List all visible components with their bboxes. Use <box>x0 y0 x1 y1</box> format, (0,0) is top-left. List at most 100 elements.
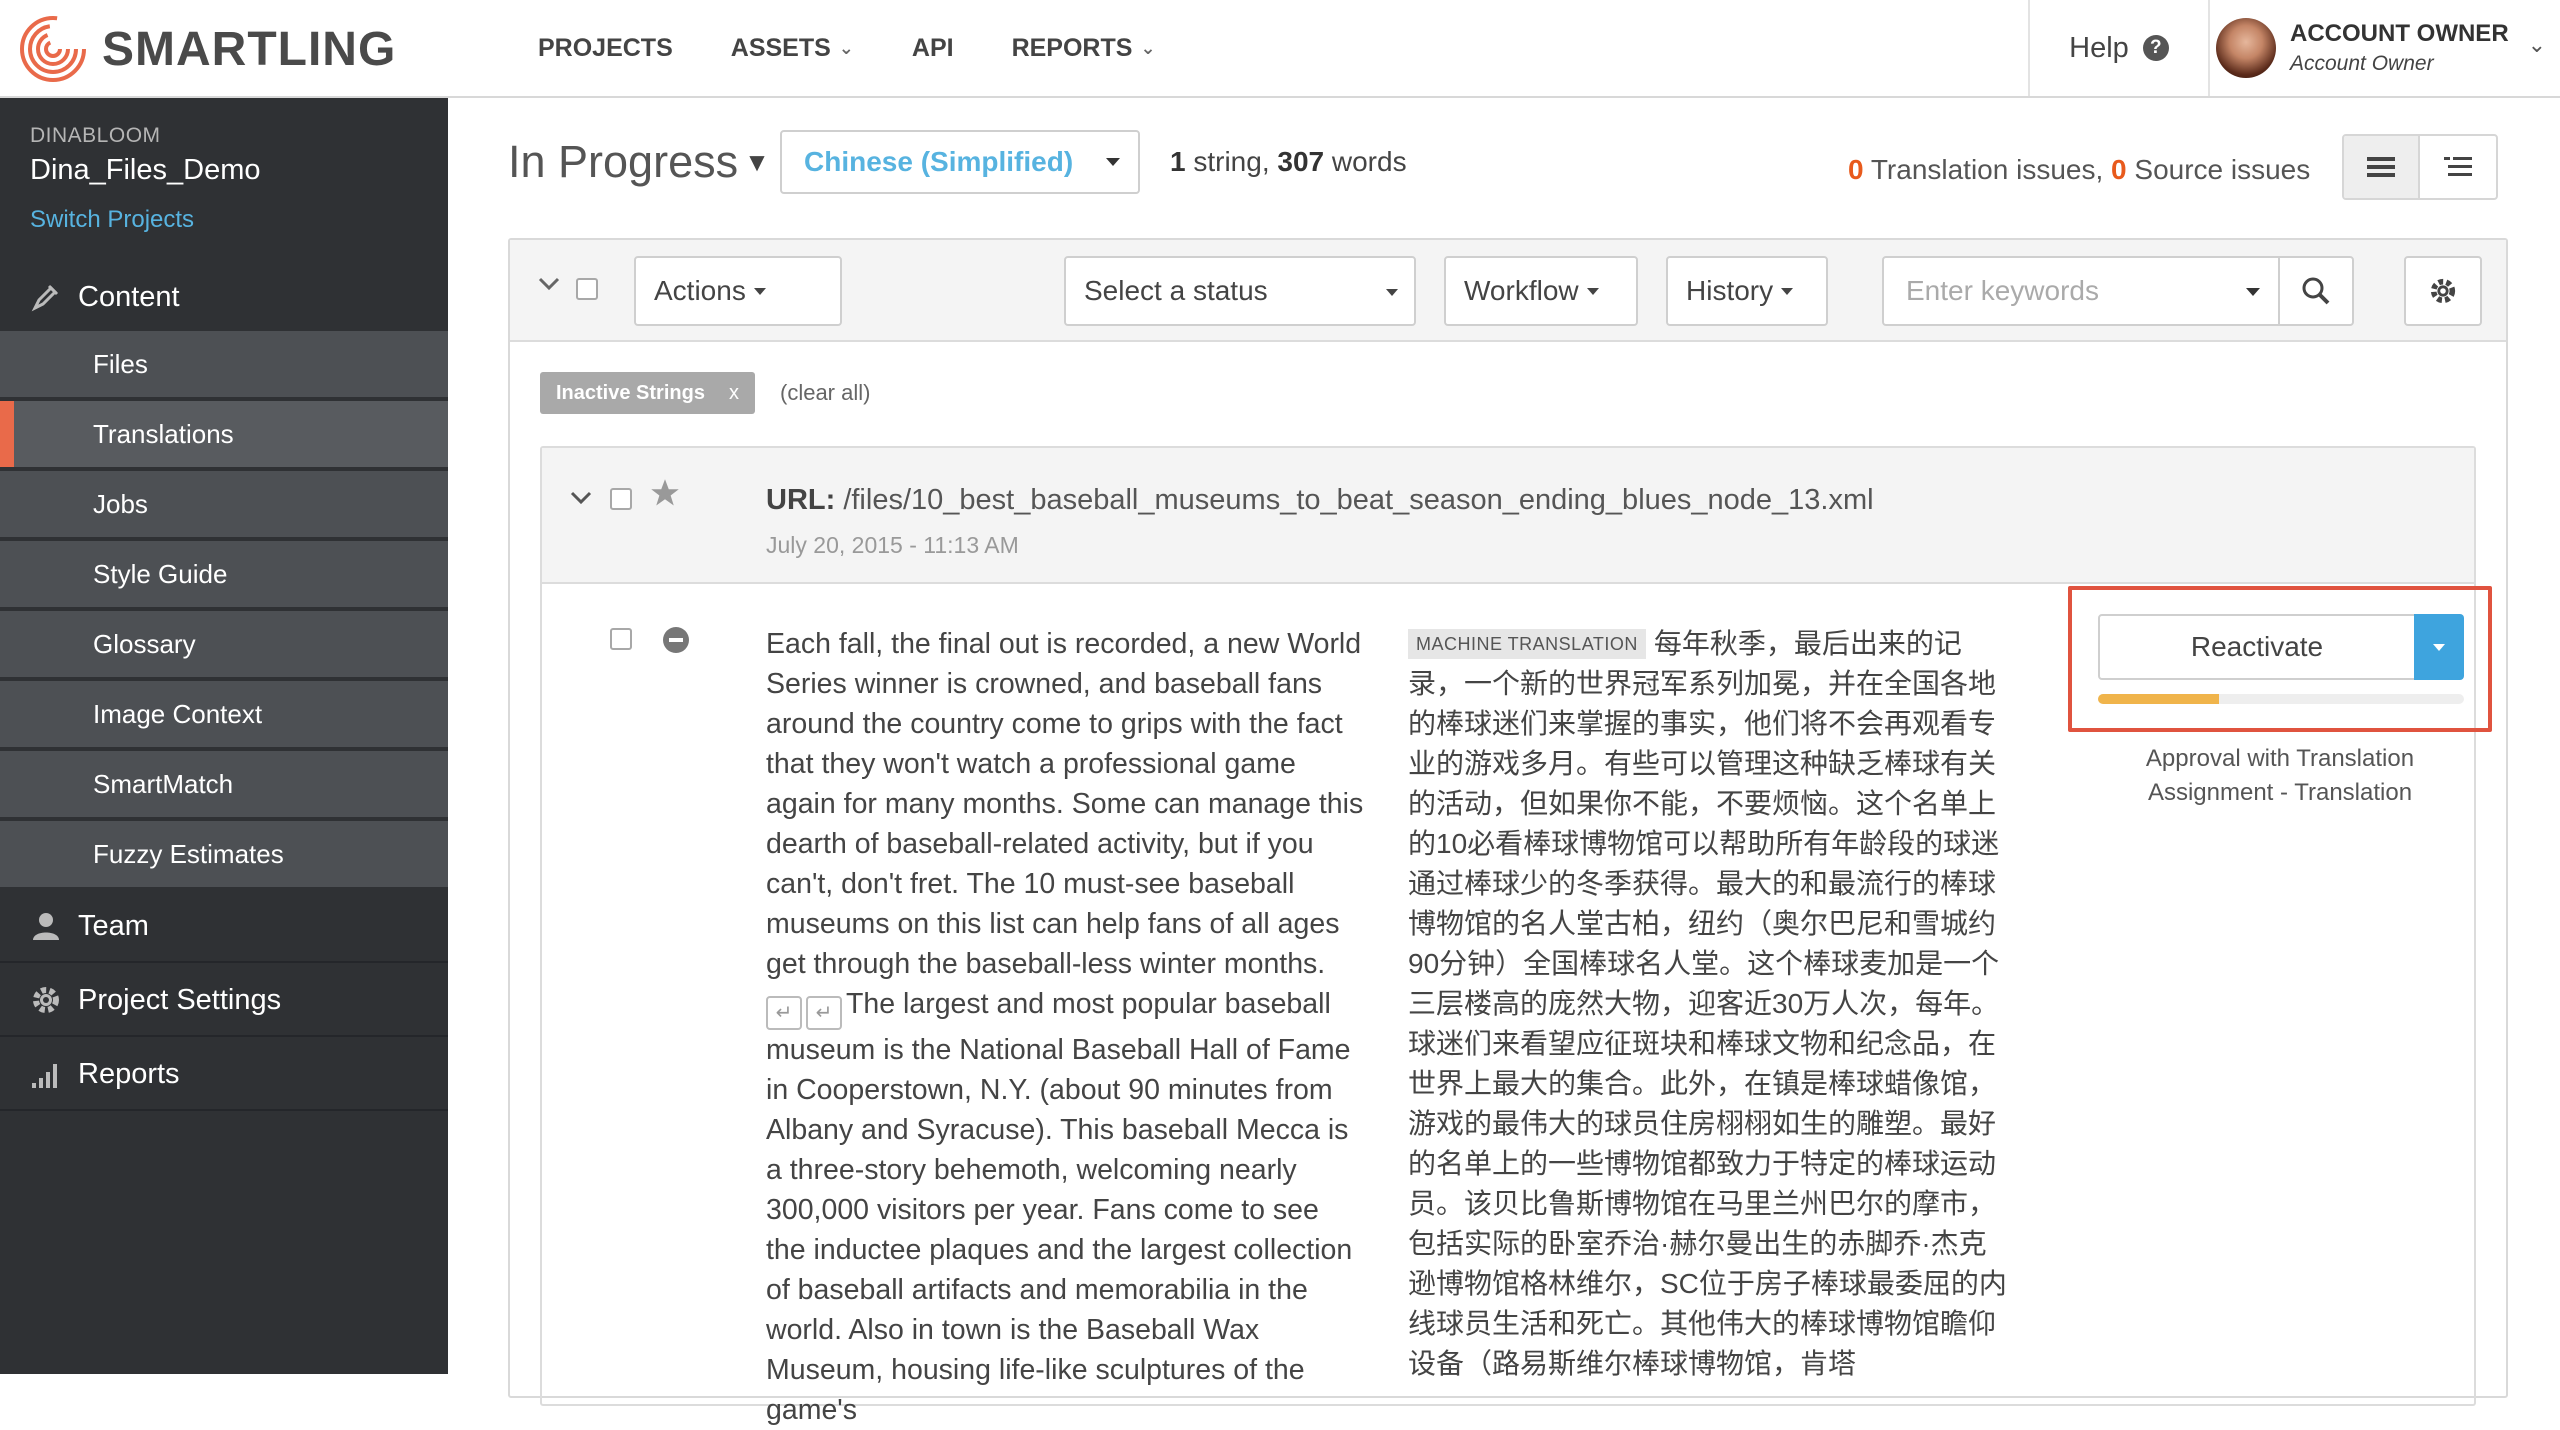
main-content: In Progress ▼ Chinese (Simplified) 1 str… <box>448 98 2560 1426</box>
search-button[interactable] <box>2278 256 2354 326</box>
workflow-name: Approval with Translation <box>2145 745 2415 772</box>
fingerprint-logo-icon <box>20 16 86 82</box>
file-date: July 20, 2015 - 11:13 AM <box>766 532 1019 558</box>
language-select[interactable]: Chinese (Simplified) <box>780 130 1140 194</box>
brand-name: SMARTLING <box>102 22 397 76</box>
detail-list-icon <box>2444 157 2472 176</box>
sidebar-item-fuzzy-estimates[interactable]: Fuzzy Estimates <box>0 821 448 889</box>
translation-issues-label: Translation issues, <box>1863 154 2112 185</box>
status-title-dropdown[interactable]: In Progress ▼ <box>508 136 770 188</box>
file-group: URL: /files/10_best_baseball_museums_to_… <box>540 446 2492 1426</box>
account-name: ACCOUNT OWNER <box>2290 20 2509 47</box>
list-view-button[interactable] <box>2344 136 2420 198</box>
settings-button[interactable] <box>2404 256 2482 326</box>
smartling-logo[interactable]: SMARTLING <box>18 16 396 82</box>
view-toggle <box>2342 134 2498 200</box>
status-select-placeholder: Select a status <box>1084 275 1268 306</box>
detail-view-button[interactable] <box>2420 136 2496 198</box>
action-options-dropdown[interactable] <box>2414 614 2464 680</box>
caret-down-icon <box>1586 287 1599 295</box>
page-title: In Progress <box>508 136 739 187</box>
nav-reports-label: REPORTS <box>1011 33 1133 62</box>
source-issues-count[interactable]: 0 <box>2111 154 2127 185</box>
translation-issues-count[interactable]: 0 <box>1848 154 1864 185</box>
file-checkbox[interactable] <box>610 488 632 510</box>
strings-panel: Actions Select a status Workflow History… <box>508 238 2508 1426</box>
sidebar-item-files[interactable]: Files <box>0 331 448 399</box>
sidebar-item-label: Fuzzy Estimates <box>93 838 284 869</box>
sidebar-item-translations[interactable]: Translations <box>0 401 448 469</box>
star-icon[interactable] <box>650 478 680 513</box>
actions-dropdown[interactable]: Actions <box>634 256 842 326</box>
sidebar-item-label: Jobs <box>93 488 148 519</box>
sidebar-section-team[interactable]: Team <box>0 891 448 963</box>
filter-tag-inactive-strings: Inactive Strings x <box>540 372 755 414</box>
search-placeholder: Enter keywords <box>1906 275 2099 306</box>
filter-tag-label: Inactive Strings <box>556 381 705 404</box>
nav-assets[interactable]: ASSETS ⌄ <box>731 34 854 63</box>
avatar <box>2216 18 2276 78</box>
translation-string[interactable]: MACHINE TRANSLATION 每年秋季，最后出来的记录，一个新的世界冠军… <box>1408 624 2008 1384</box>
string-count-label: string, <box>1185 146 1278 177</box>
account-role: Account Owner <box>2290 52 2434 75</box>
chevron-down-icon: ⌄ <box>838 37 854 58</box>
collapse-chevron-icon[interactable] <box>570 490 592 511</box>
help-button[interactable]: Help ? <box>2028 0 2210 96</box>
workflow-progress-bar <box>2098 694 2464 704</box>
search-icon <box>2302 277 2330 305</box>
workflow-label: Workflow <box>1464 275 1579 306</box>
status-select[interactable]: Select a status <box>1064 256 1416 326</box>
caret-down-icon <box>753 287 766 295</box>
language-select-value: Chinese (Simplified) <box>804 146 1074 177</box>
workflow-step-label: Approval with Translation Assignment - T… <box>2068 742 2492 810</box>
nav-assets-label: ASSETS <box>730 33 831 62</box>
gear-icon <box>2430 278 2456 304</box>
expand-all-chevron-icon[interactable] <box>538 276 560 297</box>
sidebar-item-label: Style Guide <box>93 558 228 589</box>
sidebar-reports-label: Reports <box>78 1057 180 1090</box>
history-dropdown[interactable]: History <box>1666 256 1828 326</box>
chevron-down-icon: ▼ <box>744 146 770 177</box>
sidebar-item-glossary[interactable]: Glossary <box>0 611 448 679</box>
nav-reports[interactable]: REPORTS ⌄ <box>1012 34 1156 63</box>
source-string[interactable]: Each fall, the final out is recorded, a … <box>766 624 1366 1430</box>
caret-down-icon[interactable] <box>2246 288 2260 296</box>
inactive-minus-icon[interactable] <box>662 626 690 659</box>
reactivate-label: Reactivate <box>2190 631 2324 662</box>
sidebar-item-label: SmartMatch <box>93 768 234 799</box>
file-url-label: URL: <box>766 484 836 516</box>
help-label: Help <box>2069 31 2129 64</box>
source-text-part1: Each fall, the final out is recorded, a … <box>766 628 1364 980</box>
chevron-down-icon: ⌄ <box>2527 32 2546 57</box>
account-menu[interactable]: ACCOUNT OWNER Account Owner ⌄ <box>2214 0 2560 96</box>
string-checkbox[interactable] <box>610 628 632 650</box>
sidebar-item-jobs[interactable]: Jobs <box>0 471 448 539</box>
string-word-count: 1 string, 307 words <box>1170 146 1407 178</box>
sidebar-section-project-settings[interactable]: Project Settings <box>0 965 448 1037</box>
chevron-down-icon: ⌄ <box>1140 37 1156 58</box>
sidebar-item-label: Translations <box>93 418 234 449</box>
placeholder-tag-icon: ↵ <box>766 996 802 1030</box>
sidebar-item-style-guide[interactable]: Style Guide <box>0 541 448 609</box>
strings-toolbar: Actions Select a status Workflow History… <box>510 240 2506 342</box>
word-count-label: words <box>1324 146 1407 177</box>
clear-all-filters-link[interactable]: (clear all) <box>780 380 870 406</box>
sidebar-item-smartmatch[interactable]: SmartMatch <box>0 751 448 819</box>
select-all-checkbox[interactable] <box>576 278 598 300</box>
workflow-progress-fill <box>2098 694 2219 704</box>
sidebar-item-image-context[interactable]: Image Context <box>0 681 448 749</box>
sidebar-content-label: Content <box>78 280 180 313</box>
sidebar-item-label: Glossary <box>93 628 196 659</box>
nav-api[interactable]: API <box>912 34 954 63</box>
remove-filter-icon[interactable]: x <box>729 382 739 405</box>
reactivate-button[interactable]: Reactivate <box>2098 614 2416 680</box>
sidebar-section-reports[interactable]: Reports <box>0 1039 448 1111</box>
sidebar-item-label: Files <box>93 348 148 379</box>
switch-projects-link[interactable]: Switch Projects <box>30 206 194 234</box>
workflow-dropdown[interactable]: Workflow <box>1444 256 1638 326</box>
source-text-part2: The largest and most popular baseball mu… <box>766 988 1353 1426</box>
keyword-search-input[interactable]: Enter keywords <box>1882 256 2280 326</box>
sidebar-section-content[interactable]: Content <box>0 262 448 334</box>
sidebar-settings-label: Project Settings <box>78 983 282 1016</box>
nav-projects[interactable]: PROJECTS <box>538 34 673 63</box>
